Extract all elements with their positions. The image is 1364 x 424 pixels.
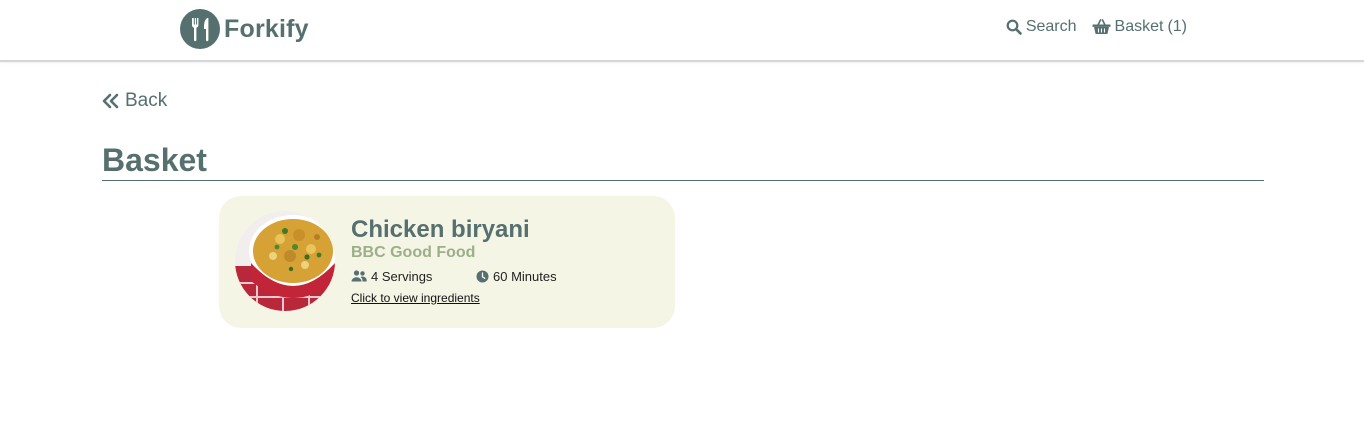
- nav-basket-link[interactable]: Basket (1): [1092, 18, 1187, 36]
- recipe-image: [235, 211, 335, 311]
- nav-search-label: Search: [1025, 18, 1077, 35]
- basket-icon: [1092, 19, 1111, 34]
- search-icon: [1006, 19, 1022, 35]
- basket-recipe-card[interactable]: Chicken biryani BBC Good Food 4 Servings…: [219, 196, 675, 328]
- double-chevron-left-icon: [102, 93, 119, 109]
- recipe-title: Chicken biryani: [351, 216, 530, 243]
- recipe-source: BBC Good Food: [351, 244, 476, 261]
- top-navbar: Forkify Search Basket (1): [0, 0, 1364, 62]
- clock-icon: [476, 270, 489, 282]
- brand-name: Forkify: [224, 14, 309, 43]
- users-icon: [351, 270, 367, 282]
- back-link[interactable]: Back: [102, 90, 167, 112]
- servings-label: 4 Servings: [371, 268, 433, 284]
- fork-knife-icon: [180, 9, 220, 49]
- nav-basket-label: Basket: [1114, 18, 1164, 35]
- time-info: 60 Minutes: [476, 269, 557, 284]
- basket-count-badge: (1): [1167, 18, 1187, 35]
- view-ingredients-link[interactable]: Click to view ingredients: [351, 291, 480, 305]
- nav-links: Search Basket (1): [1006, 18, 1187, 36]
- recipe-info: Chicken biryani BBC Good Food 4 Servings…: [351, 216, 557, 307]
- servings-info: 4 Servings: [351, 269, 476, 284]
- back-label: Back: [125, 90, 168, 111]
- time-label: 60 Minutes: [493, 268, 557, 284]
- page-title: Basket: [102, 142, 1264, 181]
- nav-search-link[interactable]: Search: [1006, 18, 1077, 36]
- brand-home-link[interactable]: Forkify: [180, 9, 309, 49]
- recipe-meta: 4 Servings 60 Minutes: [351, 268, 557, 284]
